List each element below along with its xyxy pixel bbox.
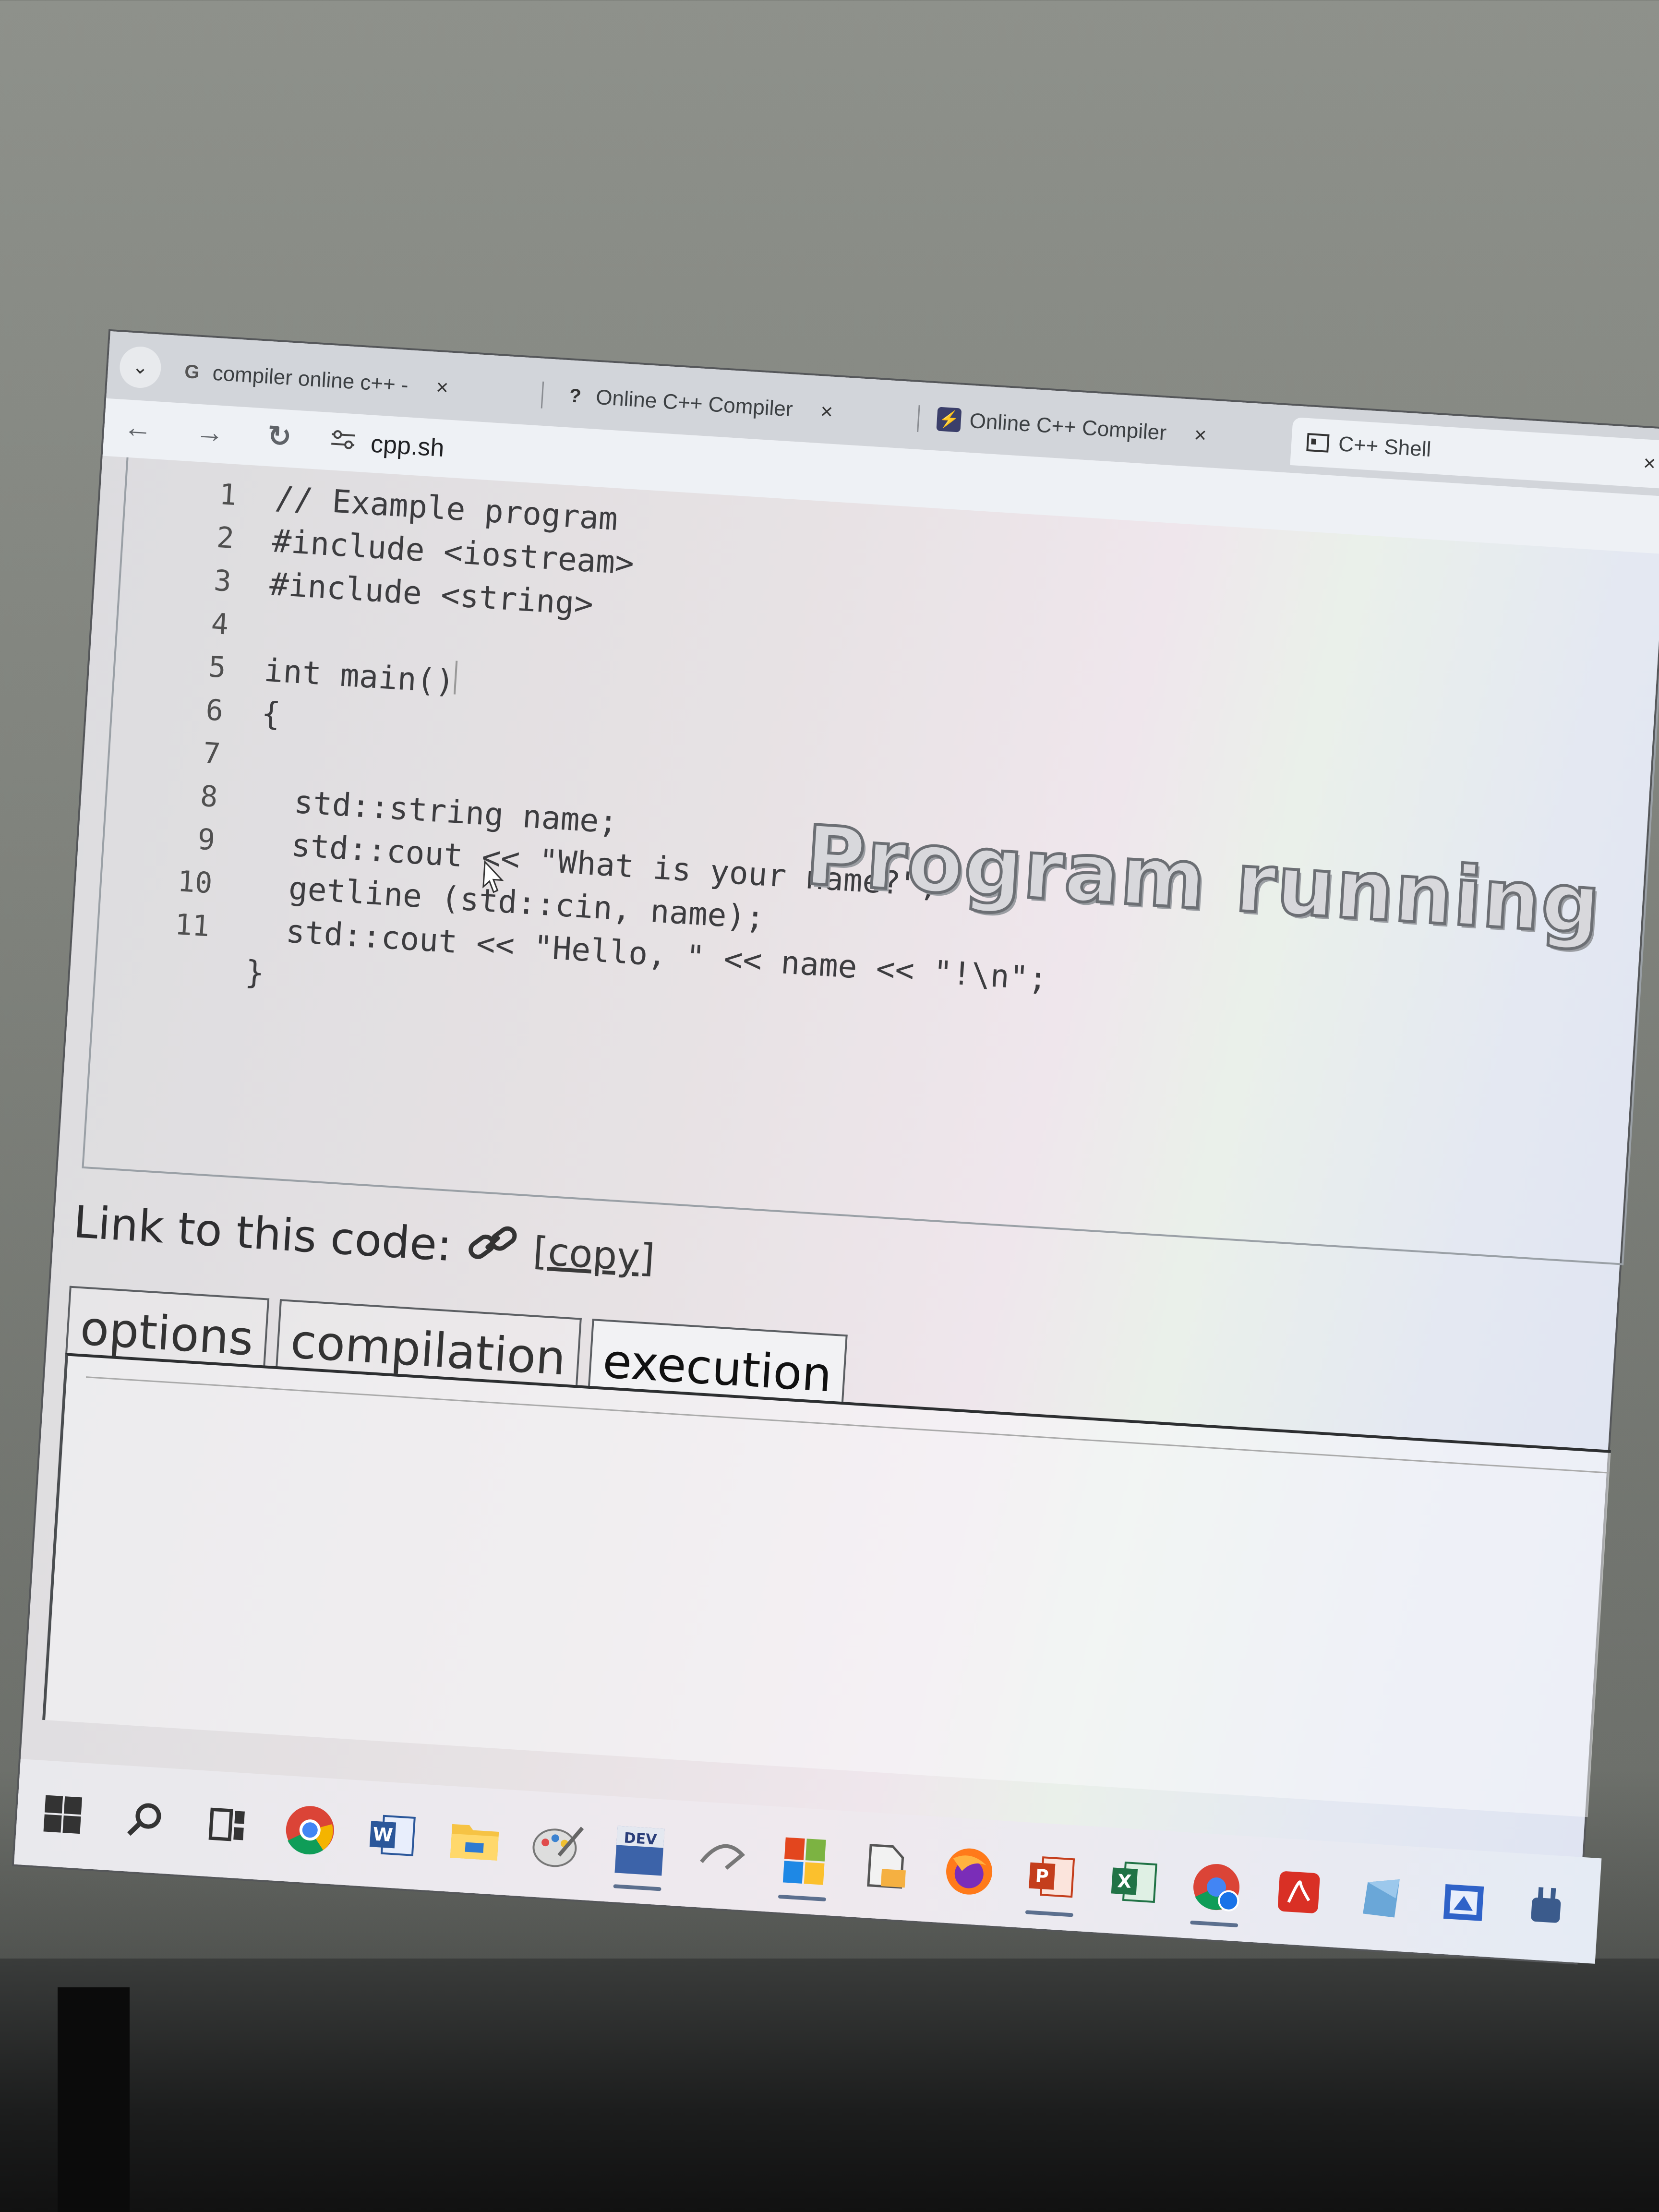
excel-icon[interactable]: X [1106,1854,1162,1910]
svg-text:W: W [372,1824,394,1846]
store-icon[interactable] [776,1833,832,1889]
line-number: 6 [204,693,224,728]
chrome-profile-icon[interactable] [1189,1859,1245,1915]
app-window-icon[interactable] [1436,1875,1492,1931]
line-number: 3 [213,564,232,599]
app-blue-icon[interactable] [1353,1869,1409,1925]
lightning-icon: ⚡ [936,407,962,433]
tab-programiz[interactable]: ? Online C++ Compiler × [562,372,834,436]
line-number [124,943,246,994]
window-icon [1305,430,1331,456]
programiz-icon: ? [568,385,582,407]
tab-search-button[interactable]: ⌄ [118,345,163,389]
acrobat-icon[interactable] [1271,1864,1327,1921]
line-number: 11 [174,907,211,944]
back-arrow-icon[interactable]: ← [122,410,153,445]
tab-label: Online C++ Compiler [969,409,1167,445]
tab-label: compiler online c++ - [212,361,409,397]
file-app-icon[interactable] [859,1839,915,1895]
start-icon[interactable] [35,1787,91,1843]
link-row: Link to this code: [copy] [72,1195,656,1285]
mouse-pointer-icon [482,860,504,893]
line-number: 4 [210,607,230,642]
tab-separator [917,405,920,433]
tab-label: C++ Shell [1337,432,1432,462]
search-icon[interactable] [117,1791,173,1848]
code-text: } [244,953,265,992]
svg-text:X: X [1117,1870,1132,1892]
close-icon[interactable]: × [1643,451,1657,476]
paint-icon[interactable] [529,1817,585,1874]
chevron-down-icon: ⌄ [132,356,149,379]
tab-separator [541,381,544,409]
link-label: Link to this code: [72,1196,454,1271]
panel-divider [84,1376,1610,1493]
word-icon[interactable]: W [364,1807,421,1863]
tab-online-compiler[interactable]: ⚡ Online C++ Compiler × [936,395,1208,460]
monitor-stand [58,1987,130,2212]
monitor-bezel [0,1959,1659,2212]
monitor-screen: ⌄ G compiler online c++ - × ? Online C++… [14,331,1659,1964]
line-number: 9 [196,822,216,857]
chrome-icon[interactable] [282,1802,338,1858]
dev-label: DEV [624,1829,658,1848]
google-icon: G [184,361,200,383]
address-bar[interactable]: cpp.sh [328,421,445,469]
line-number: 7 [202,736,222,771]
app-plug-icon[interactable] [1518,1880,1574,1936]
powerpoint-icon[interactable]: P [1023,1849,1080,1905]
site-settings-icon [329,427,358,457]
file-explorer-icon[interactable] [447,1813,503,1869]
close-icon[interactable]: × [820,399,834,424]
line-number: 10 [176,865,214,901]
line-number: 5 [207,650,227,685]
close-icon[interactable]: × [435,375,449,400]
code-text: { [260,695,282,733]
code-lines: 1// Example program 2 #include <iostream>… [124,469,1076,1044]
line-number: 8 [199,779,219,814]
line-number: 2 [216,520,235,555]
execution-panel[interactable] [42,1353,1611,1817]
task-view-icon[interactable] [200,1797,256,1853]
url-text: cpp.sh [370,430,445,463]
firefox-icon[interactable] [941,1843,998,1899]
line-number: 1 [218,477,238,513]
close-icon[interactable]: × [1193,423,1207,448]
svg-text:P: P [1034,1865,1049,1887]
code-editor[interactable]: 1// Example program 2 #include <iostream>… [82,457,1659,1265]
copy-link[interactable]: [copy] [532,1228,656,1281]
forward-arrow-icon[interactable]: → [194,415,225,450]
dev-cpp-icon[interactable]: DEV [612,1823,668,1879]
tab-google-search[interactable]: G compiler online c++ - × [179,347,450,412]
app-arrow-icon[interactable] [694,1828,750,1884]
reload-icon[interactable]: ↻ [266,419,293,454]
link-icon[interactable] [464,1219,520,1276]
tab-label: Online C++ Compiler [595,385,793,421]
